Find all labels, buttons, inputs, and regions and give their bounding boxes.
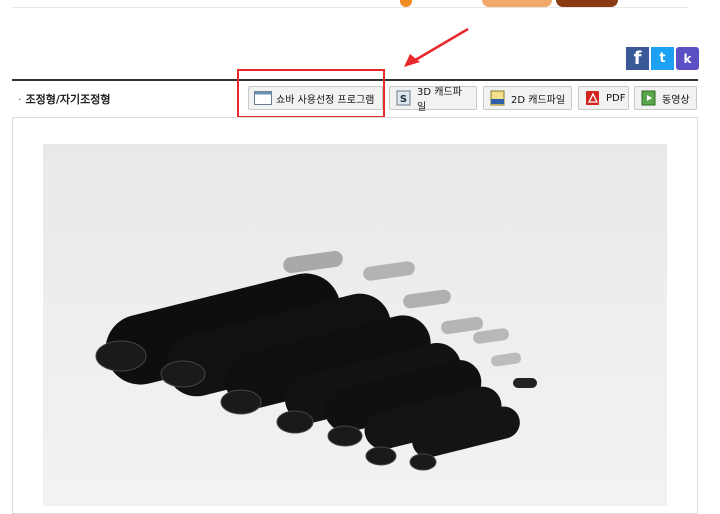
annotation-arrow: [404, 27, 469, 67]
twitter-icon[interactable]: t: [651, 47, 674, 70]
section-title: · 조정형/자기조정형: [18, 91, 110, 107]
product-photo: [43, 144, 667, 506]
cad-3d-file-icon: S: [396, 90, 411, 106]
pdf-icon: [586, 91, 599, 105]
shock-absorber-illustration: [95, 250, 537, 471]
annotation-highlight-box: [237, 69, 385, 118]
video-icon: [641, 90, 656, 106]
cad-3d-label: 3D 캐드파일: [417, 87, 462, 113]
cad-3d-button[interactable]: S 3D 캐드파일: [389, 86, 477, 113]
pdf-button[interactable]: PDF: [578, 86, 629, 110]
facebook-icon[interactable]: f: [626, 47, 649, 70]
cad-2d-button[interactable]: 2D 캐드파일: [483, 86, 572, 110]
pdf-label: PDF: [606, 92, 626, 104]
social-share-bar: f t k: [624, 47, 699, 70]
divider: [12, 7, 688, 8]
video-label: 동영상: [662, 94, 690, 106]
banner-decoration: [400, 0, 412, 7]
bullet: ·: [18, 93, 22, 106]
video-button[interactable]: 동영상: [634, 86, 697, 110]
svg-text:S: S: [400, 94, 407, 105]
banner-decoration: [556, 0, 618, 7]
kakaostory-icon[interactable]: k: [676, 47, 699, 70]
dwg-file-icon: [490, 90, 505, 106]
section-title-text: 조정형/자기조정형: [25, 93, 111, 106]
banner-decoration: [482, 0, 552, 7]
cad-2d-label: 2D 캐드파일: [511, 94, 566, 106]
